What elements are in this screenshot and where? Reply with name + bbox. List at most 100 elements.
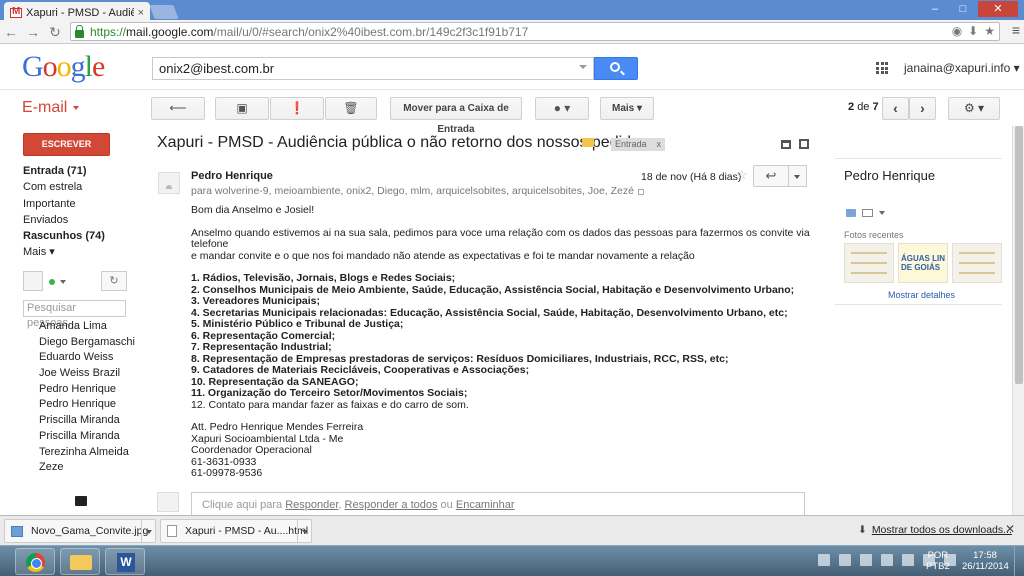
chat-contact[interactable]: Pedro Henrique [39,397,135,413]
forward-link[interactable]: Encaminhar [456,499,515,511]
star-icon[interactable]: ☆ [736,167,748,183]
address-bar[interactable]: https:// mail.google.com /mail/u/0/#sear… [70,22,1000,41]
recipients-line[interactable]: para wolverine-9, meioambiente, onix2, D… [191,185,644,197]
clock-date: 26/11/2014 [962,561,1009,572]
chat-contact[interactable]: Terezinha Almeida [39,445,135,461]
reply-or: ou [440,499,453,511]
quick-reply-area: Clique aqui para Responder, Responder a … [157,489,807,515]
show-details-link[interactable]: Mostrar detalhes [888,290,955,300]
more-actions-button[interactable]: Mais ▾ [600,97,654,120]
compose-button[interactable]: ESCREVER [23,133,110,156]
labels-button[interactable]: ● ▾ [535,97,589,120]
chat-contact[interactable]: Amanda Lima [39,319,135,335]
search-button[interactable] [594,57,638,80]
nav-more[interactable]: Mais ▾ [23,244,105,260]
chat-contact[interactable]: Joe Weiss Brazil [39,366,135,382]
reply-button[interactable]: ↩ [753,165,789,187]
move-to-inbox-button[interactable]: Mover para a Caixa de Entrada [390,97,522,135]
show-all-downloads-link[interactable]: Mostrar todos os downloads... [858,524,1012,536]
reply-more-button[interactable] [789,165,807,187]
photo-thumbnail[interactable]: ÁGUAS LIN DE GOIÁS [898,243,948,283]
nav-drafts[interactable]: Rascunhos (74) [23,228,105,244]
browser-menu-icon[interactable]: ≡ [1012,22,1020,38]
tray-network-icon[interactable] [839,554,851,566]
older-button[interactable]: › [909,97,936,120]
mail-icon[interactable] [862,209,873,217]
bookmark-star-icon[interactable]: ★ [984,24,995,38]
tray-battery-icon[interactable] [860,554,872,566]
photo-thumbnail[interactable] [952,243,1002,283]
people-search-input[interactable]: Pesquisar pessoas... [23,300,126,329]
new-window-icon[interactable] [799,139,809,149]
new-hangout-button[interactable]: ↻ [101,271,127,291]
download-item[interactable]: Novo_Gama_Convite.jpg [4,519,156,543]
browser-tab[interactable]: Xapuri - PMSD - Audiênci × [4,2,150,20]
apps-grid-icon[interactable] [876,62,888,74]
list-item: 12. Contato para mandar fazer as faixas … [191,398,469,411]
back-to-results-button[interactable]: ⟵ [151,97,205,120]
reply-link[interactable]: Responder [285,499,338,511]
photo-thumbnail[interactable] [844,243,894,283]
minimize-button[interactable]: – [922,1,948,17]
search-options-caret-icon[interactable] [579,65,587,69]
extension-icon[interactable]: ◉ [952,24,962,38]
chat-bubble-icon[interactable] [75,496,87,506]
chat-contact[interactable]: Pedro Henrique [39,382,135,398]
taskbar-explorer[interactable] [60,548,100,575]
report-spam-button[interactable]: ❗ [270,97,324,120]
download-icon[interactable]: ⬇ [968,24,978,38]
label-marker-icon[interactable] [582,138,594,147]
system-clock[interactable]: 17:58 26/11/2014 [962,550,1009,572]
close-window-button[interactable]: ✕ [978,1,1018,17]
page-scrollbar[interactable] [1012,126,1024,518]
download-menu-arrow-icon[interactable] [297,520,311,542]
remove-label-icon[interactable]: x [657,138,662,151]
scrollbar-thumb[interactable] [1015,126,1023,384]
status-caret-icon[interactable] [60,280,66,284]
chat-contact[interactable]: Priscilla Miranda [39,413,135,429]
nav-sent[interactable]: Enviados [23,212,105,228]
email-app-switcher[interactable]: E-mail [22,99,80,117]
close-shelf-icon[interactable]: ✕ [1005,522,1015,536]
print-icon[interactable] [781,140,791,149]
nav-starred[interactable]: Com estrela [23,179,105,195]
chat-contact[interactable]: Zeze [39,460,135,476]
back-arrow-icon[interactable]: ← [0,22,22,42]
sender-name[interactable]: Pedro Henrique [191,170,273,182]
download-item[interactable]: Xapuri - PMSD - Au....html [160,519,312,543]
nav-important[interactable]: Importante [23,196,105,212]
nav-inbox[interactable]: Entrada (71) [23,163,105,179]
archive-icon: ▣ [236,101,248,115]
mail-search-input[interactable]: onix2@ibest.com.br [152,57,594,80]
tray-printer-icon[interactable] [818,554,830,566]
account-menu[interactable]: janaina@xapuri.info ▾ [904,61,1020,75]
download-menu-arrow-icon[interactable] [141,520,155,542]
chat-contact[interactable]: Diego Bergamaschi [39,335,135,351]
reload-icon[interactable]: ↻ [44,22,66,42]
chat-contact[interactable]: Priscilla Miranda [39,429,135,445]
settings-button[interactable]: ⚙ ▾ [948,97,1000,120]
reply-box[interactable]: Clique aqui para Responder, Responder a … [191,492,805,515]
chat-icon[interactable] [846,209,856,217]
user-avatar[interactable] [23,271,43,291]
maximize-button[interactable]: □ [950,1,976,17]
delete-button[interactable]: 🗑 [325,97,377,120]
taskbar-chrome[interactable] [15,548,55,575]
signature-line: 61-09978-9536 [191,467,263,479]
new-tab-button[interactable] [149,5,179,19]
tray-flag-icon[interactable] [881,554,893,566]
taskbar-word[interactable]: W [105,548,145,575]
tray-volume-icon[interactable] [902,554,914,566]
show-desktop-button[interactable] [1014,546,1024,576]
input-language[interactable]: POR PTB2 [926,550,950,572]
archive-button[interactable]: ▣ [215,97,269,120]
forward-arrow-icon[interactable]: → [22,22,44,42]
online-status-icon[interactable] [49,279,55,285]
more-caret-icon[interactable] [879,211,885,215]
reply-all-link[interactable]: Responder a todos [345,499,438,511]
newer-button[interactable]: ‹ [882,97,909,120]
show-details-icon[interactable] [637,189,644,195]
tab-close-icon[interactable]: × [138,7,144,19]
google-logo[interactable]: Google [22,50,105,84]
chat-contact[interactable]: Eduardo Weiss [39,350,135,366]
